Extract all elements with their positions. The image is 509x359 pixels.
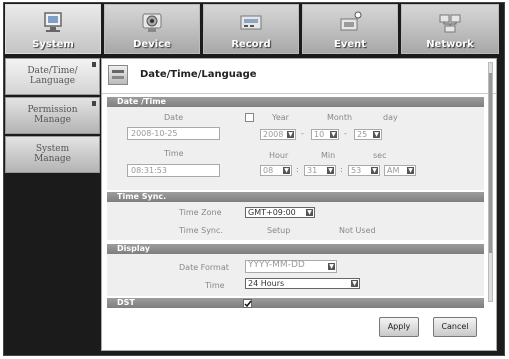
dst-checkbox[interactable] — [243, 299, 252, 308]
check-icon — [244, 300, 252, 308]
time-format-select[interactable]: 24 Hours ▼ — [245, 278, 360, 289]
sidebar-item-permission-manage[interactable]: Permission Manage — [5, 97, 100, 134]
tab-system[interactable]: System — [5, 4, 101, 54]
chevron-down-icon: ▼ — [287, 131, 294, 138]
recorder-icon — [240, 15, 262, 30]
tab-event[interactable]: Event — [302, 4, 398, 54]
tab-label: System — [32, 39, 74, 50]
chevron-down-icon: ▼ — [327, 167, 334, 174]
camera-icon — [142, 13, 162, 32]
indicator-icon — [92, 62, 96, 67]
chevron-down-icon: ▼ — [371, 167, 378, 174]
monitor-icon — [44, 12, 62, 32]
network-icon — [439, 14, 461, 33]
time-field[interactable]: 08:31:53 — [127, 164, 220, 177]
min-label: Min — [321, 151, 336, 160]
chevron-down-icon: ▼ — [407, 167, 414, 174]
date-format-label: Date Format — [179, 263, 229, 272]
time-separator: : — [296, 165, 299, 174]
sidebar-item-label: Language — [29, 76, 76, 86]
sidebar-item-label: Manage — [34, 115, 71, 125]
sidebar-item-label: Date/Time/ — [27, 66, 78, 76]
date-time-section: Date 2008-10-25 Time 08:31:53 Year Month… — [107, 107, 484, 190]
scrollbar-thumb[interactable] — [489, 73, 492, 253]
manual-set-checkbox[interactable] — [245, 113, 254, 122]
time-sync-label: Time Sync. — [179, 226, 223, 235]
second-select[interactable]: 53 ▼ — [348, 165, 380, 176]
scrollbar[interactable] — [488, 62, 493, 302]
section-header-date-time: Date /Time — [107, 97, 484, 107]
indicator-icon — [92, 101, 96, 106]
month-select[interactable]: 10 ▼ — [311, 129, 339, 140]
settings-icon — [108, 65, 128, 85]
sidebar-item-label: Permission — [27, 105, 78, 115]
date-separator: - — [301, 129, 304, 138]
year-select[interactable]: 2008 ▼ — [260, 129, 296, 140]
alarm-icon — [340, 11, 362, 31]
time-sync-status: Not Used — [339, 226, 376, 235]
date-format-select[interactable]: YYYY-MM-DD ▼ — [245, 260, 337, 273]
section-header-display: Display — [107, 244, 484, 254]
sidebar-item-system-manage[interactable]: System Manage — [5, 136, 100, 173]
chevron-down-icon: ▼ — [306, 209, 313, 216]
panel-header: Date/Time/Language — [102, 59, 496, 94]
tab-label: Record — [231, 39, 271, 50]
year-label: Year — [272, 113, 289, 122]
chevron-down-icon: ▼ — [373, 131, 380, 138]
chevron-down-icon: ▼ — [328, 263, 335, 270]
time-separator: : — [340, 165, 343, 174]
settings-panel: Date/Time/Language Date /Time Date 2008-… — [101, 58, 497, 351]
date-field[interactable]: 2008-10-25 — [127, 127, 220, 140]
hour-select[interactable]: 08 ▼ — [260, 165, 292, 176]
date-label: Date — [164, 113, 184, 122]
display-section: Date Format YYYY-MM-DD ▼ Time 24 Hours ▼ — [107, 254, 484, 296]
chevron-down-icon: ▼ — [351, 280, 358, 287]
section-header-time-sync: Time Sync. — [107, 192, 484, 202]
tab-label: Event — [333, 39, 367, 50]
hour-label: Hour — [269, 151, 289, 160]
section-header-dst: DST — [107, 298, 484, 308]
tab-record[interactable]: Record — [203, 4, 299, 54]
time-zone-select[interactable]: GMT+09:00 ▼ — [245, 207, 315, 218]
day-select[interactable]: 25 ▼ — [354, 129, 382, 140]
sidebar: Date/Time/ Language Permission Manage Sy… — [5, 58, 100, 175]
month-label: Month — [327, 113, 353, 122]
tab-label: Network — [426, 39, 474, 50]
minute-select[interactable]: 31 ▼ — [304, 165, 336, 176]
tab-label: Device — [133, 39, 171, 50]
time-format-label: Time — [205, 281, 225, 290]
page-title: Date/Time/Language — [140, 69, 257, 80]
date-separator: - — [344, 129, 347, 138]
tab-device[interactable]: Device — [104, 4, 200, 54]
chevron-down-icon: ▼ — [330, 131, 337, 138]
day-label: day — [383, 113, 398, 122]
sidebar-item-label: Manage — [34, 154, 71, 164]
time-sync-section: Time Zone GMT+09:00 ▼ Time Sync. Setup No… — [107, 202, 484, 240]
cancel-button[interactable]: Cancel — [433, 317, 477, 337]
chevron-down-icon: ▼ — [283, 167, 290, 174]
time-sync-setup-button[interactable]: Setup — [267, 226, 290, 235]
sidebar-item-date-time-language[interactable]: Date/Time/ Language — [5, 58, 100, 95]
sec-label: sec — [373, 151, 387, 160]
sidebar-item-label: System — [35, 144, 70, 154]
time-zone-label: Time Zone — [179, 208, 222, 217]
tab-network[interactable]: Network — [401, 4, 499, 54]
apply-button[interactable]: Apply — [379, 317, 419, 337]
time-label: Time — [164, 149, 184, 158]
am-pm-select[interactable]: AM ▼ — [384, 165, 416, 176]
main-tabs: System Device Record Event Network — [5, 4, 499, 56]
